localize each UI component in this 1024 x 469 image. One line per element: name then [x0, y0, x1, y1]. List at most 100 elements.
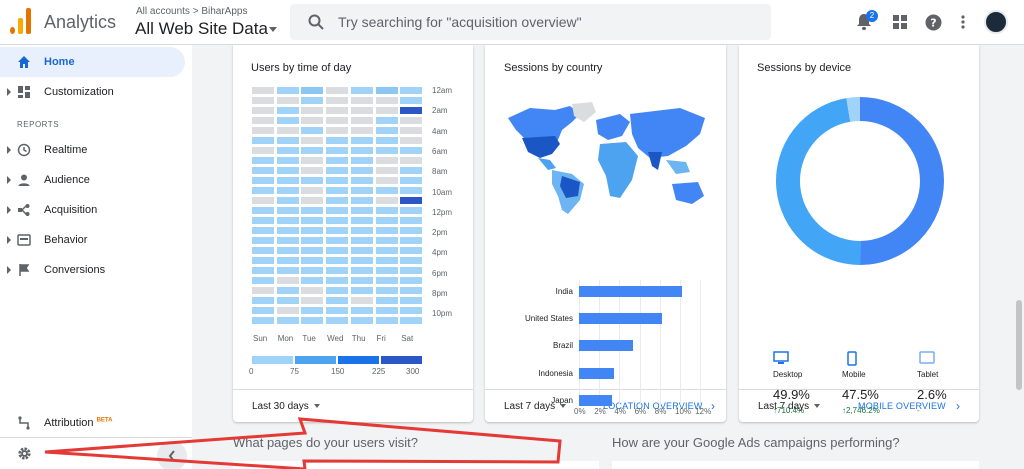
heatmap-cell[interactable] — [276, 187, 299, 194]
heatmap-cell[interactable] — [276, 127, 299, 134]
heatmap-cell[interactable] — [276, 267, 299, 274]
heatmap-cell[interactable] — [252, 287, 274, 294]
heatmap-cell[interactable] — [375, 287, 398, 294]
heatmap-cell[interactable] — [252, 117, 274, 124]
heatmap-cell[interactable] — [350, 167, 373, 174]
heatmap-cell[interactable] — [276, 227, 299, 234]
heatmap-cell[interactable] — [252, 297, 274, 304]
heatmap-cell[interactable] — [350, 257, 373, 264]
heatmap-cell[interactable] — [400, 187, 423, 194]
heatmap-cell[interactable] — [400, 117, 423, 124]
heatmap-cell[interactable] — [301, 237, 324, 244]
heatmap-cell[interactable] — [350, 97, 373, 104]
heatmap-cell[interactable] — [276, 177, 299, 184]
heatmap-cell[interactable] — [326, 247, 349, 254]
heatmap-cell[interactable] — [375, 107, 398, 114]
heatmap-cell[interactable] — [350, 287, 373, 294]
heatmap-cell[interactable] — [326, 267, 349, 274]
heatmap-cell[interactable] — [301, 117, 324, 124]
heatmap-cell[interactable] — [301, 307, 324, 314]
country-bar[interactable] — [579, 286, 683, 297]
heatmap-cell[interactable] — [375, 297, 398, 304]
sidebar-item-audience[interactable]: Audience — [0, 165, 185, 195]
heatmap-cell[interactable] — [252, 207, 274, 214]
heatmap-cell[interactable] — [301, 207, 324, 214]
heatmap-cell[interactable] — [252, 87, 274, 94]
heatmap-cell[interactable] — [301, 197, 324, 204]
heatmap-cell[interactable] — [375, 307, 398, 314]
heatmap-cell[interactable] — [400, 317, 423, 324]
heatmap-cell[interactable] — [375, 177, 398, 184]
heatmap-cell[interactable] — [252, 167, 274, 174]
heatmap-cell[interactable] — [375, 97, 398, 104]
collapse-sidebar-button[interactable] — [157, 441, 187, 469]
help-icon[interactable]: ? — [925, 14, 942, 31]
heatmap-cell[interactable] — [252, 197, 274, 204]
heatmap-cell[interactable] — [252, 127, 274, 134]
heatmap-cell[interactable] — [350, 147, 373, 154]
heatmap-cell[interactable] — [326, 127, 349, 134]
donut-slice-desktop[interactable] — [859, 97, 945, 265]
heatmap-cell[interactable] — [350, 297, 373, 304]
heatmap-cell[interactable] — [375, 227, 398, 234]
page-scrollbar[interactable] — [1016, 300, 1022, 390]
country-bar[interactable] — [579, 340, 633, 352]
heatmap-cell[interactable] — [400, 97, 423, 104]
heatmap-cell[interactable] — [301, 287, 324, 294]
heatmap-cell[interactable] — [350, 307, 373, 314]
heatmap-cell[interactable] — [276, 117, 299, 124]
heatmap-cell[interactable] — [276, 137, 299, 144]
heatmap-cell[interactable] — [375, 247, 398, 254]
sidebar-item-realtime[interactable]: Realtime — [0, 135, 185, 165]
heatmap-cell[interactable] — [375, 147, 398, 154]
heatmap-cell[interactable] — [326, 237, 349, 244]
mobile-overview-link[interactable]: MOBILE OVERVIEW — [858, 401, 946, 411]
heatmap-cell[interactable] — [276, 247, 299, 254]
heatmap-cell[interactable] — [400, 207, 423, 214]
heatmap-cell[interactable] — [276, 197, 299, 204]
heatmap-cell[interactable] — [375, 197, 398, 204]
heatmap-cell[interactable] — [400, 227, 423, 234]
heatmap-cell[interactable] — [301, 107, 324, 114]
heatmap-cell[interactable] — [375, 267, 398, 274]
donut-slice-tablet[interactable] — [846, 97, 861, 122]
more-vert-icon[interactable] — [961, 15, 965, 29]
heatmap-cell[interactable] — [400, 197, 423, 204]
view-selector[interactable]: All Web Site Data — [135, 19, 268, 39]
heatmap-cell[interactable] — [400, 147, 423, 154]
heatmap-cell[interactable] — [301, 177, 324, 184]
country-bar[interactable] — [579, 313, 662, 325]
heatmap-cell[interactable] — [350, 267, 373, 274]
heatmap-cell[interactable] — [375, 317, 398, 324]
heatmap-cell[interactable] — [375, 87, 398, 94]
heatmap-cell[interactable] — [350, 247, 373, 254]
heatmap-cell[interactable] — [276, 307, 299, 314]
heatmap-cell[interactable] — [350, 197, 373, 204]
heatmap-cell[interactable] — [301, 267, 324, 274]
heatmap-cell[interactable] — [276, 217, 299, 224]
heatmap-cell[interactable] — [276, 207, 299, 214]
heatmap-cell[interactable] — [326, 107, 349, 114]
heatmap-cell[interactable] — [252, 267, 274, 274]
heatmap-cell[interactable] — [326, 137, 349, 144]
heatmap-cell[interactable] — [301, 277, 324, 284]
heatmap-cell[interactable] — [400, 107, 423, 114]
heatmap-cell[interactable] — [301, 137, 324, 144]
heatmap-cell[interactable] — [252, 107, 274, 114]
heatmap-cell[interactable] — [326, 277, 349, 284]
sidebar-item-conversions[interactable]: Conversions — [0, 255, 185, 285]
world-map[interactable] — [500, 100, 715, 220]
heatmap-cell[interactable] — [252, 147, 274, 154]
heatmap-cell[interactable] — [301, 317, 324, 324]
sidebar-item-behavior[interactable]: Behavior — [0, 225, 185, 255]
heatmap-cell[interactable] — [326, 197, 349, 204]
heatmap-cell[interactable] — [350, 107, 373, 114]
heatmap-cell[interactable] — [326, 157, 349, 164]
heatmap-cell[interactable] — [350, 157, 373, 164]
heatmap-cell[interactable] — [276, 157, 299, 164]
heatmap-cell[interactable] — [350, 207, 373, 214]
sidebar-item-home[interactable]: Home — [0, 47, 185, 77]
heatmap-cell[interactable] — [252, 237, 274, 244]
account-breadcrumb[interactable]: All accounts > BiharApps — [136, 6, 247, 17]
heatmap-cell[interactable] — [326, 227, 349, 234]
